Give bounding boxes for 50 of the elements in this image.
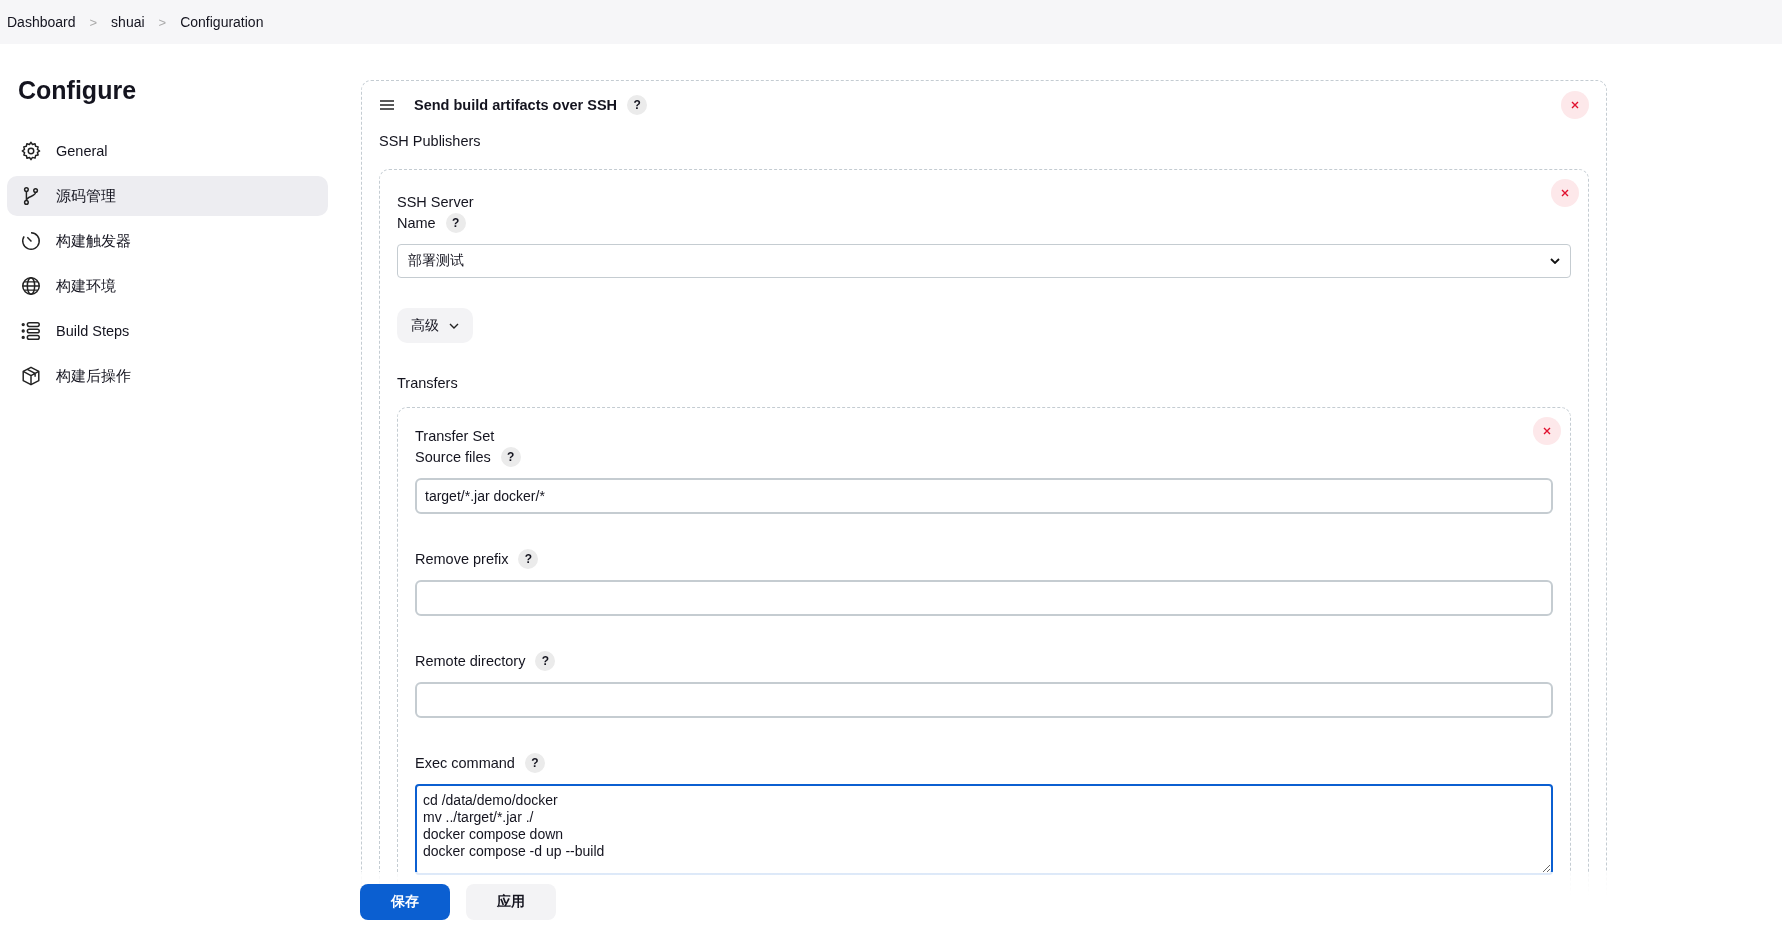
close-button[interactable] [1561, 91, 1589, 119]
server-heading: SSH Server [397, 193, 474, 212]
field-label: Source files [415, 449, 491, 465]
list-icon [20, 320, 42, 342]
field-label: Remove prefix [415, 551, 509, 567]
chevron-down-icon [1550, 258, 1560, 264]
sidebar-item[interactable]: Build Steps [7, 311, 328, 351]
breadcrumb-separator: > [89, 14, 98, 30]
close-button[interactable] [1533, 417, 1561, 445]
field-label: Remote directory [415, 653, 526, 669]
sidebar-item[interactable]: General [7, 131, 328, 171]
sidebar-item[interactable]: 构建环境 [7, 266, 328, 306]
transfers-label: Transfers [397, 375, 459, 391]
server-select[interactable]: 部署测试 [397, 244, 1571, 278]
page-title: Configure [18, 76, 138, 105]
drag-handle-icon[interactable] [379, 99, 395, 111]
sidebar-item[interactable]: 构建触发器 [7, 221, 328, 261]
help-icon[interactable]: ? [500, 447, 521, 467]
help-icon[interactable]: ? [518, 549, 539, 569]
command-textarea[interactable]: cd /data/demo/docker mv ../target/*.jar ./ docker compose down docker compose -d up --build [415, 784, 1553, 875]
advanced-button[interactable]: 高级 [397, 308, 473, 343]
field-label: Exec command [415, 755, 515, 771]
section-title: Send build artifacts over SSH [414, 97, 618, 113]
help-icon[interactable]: ? [445, 213, 466, 233]
close-icon [1570, 100, 1580, 110]
field-label: Name [397, 215, 436, 231]
breadcrumb-link[interactable]: Dashboard [7, 14, 76, 30]
help-icon[interactable]: ? [524, 753, 545, 773]
transfer-set-heading: Transfer Set [415, 427, 495, 446]
sidebar-item[interactable]: 源码管理 [7, 176, 328, 216]
text-field[interactable] [415, 682, 1553, 718]
help-icon[interactable]: ? [535, 651, 556, 671]
apply-button[interactable]: 应用 [466, 884, 556, 920]
close-icon [1560, 188, 1570, 198]
help-icon[interactable]: ? [627, 95, 648, 115]
timer-icon [20, 230, 42, 252]
gear-icon [20, 140, 42, 162]
package-icon [20, 365, 42, 387]
breadcrumb-separator: > [158, 14, 167, 30]
breadcrumb-link[interactable]: Configuration [180, 14, 264, 30]
text-field[interactable] [415, 580, 1553, 616]
globe-icon [20, 275, 42, 297]
text-field[interactable]: target/*.jar docker/* [415, 478, 1553, 514]
breadcrumb-link[interactable]: shuai [111, 14, 145, 30]
save-button[interactable]: 保存 [360, 884, 450, 920]
close-icon [1542, 426, 1552, 436]
section-label: SSH Publishers [379, 133, 482, 149]
chevron-down-icon [449, 322, 459, 329]
sidebar-item[interactable]: 构建后操作 [7, 356, 328, 396]
close-button[interactable] [1551, 179, 1579, 207]
